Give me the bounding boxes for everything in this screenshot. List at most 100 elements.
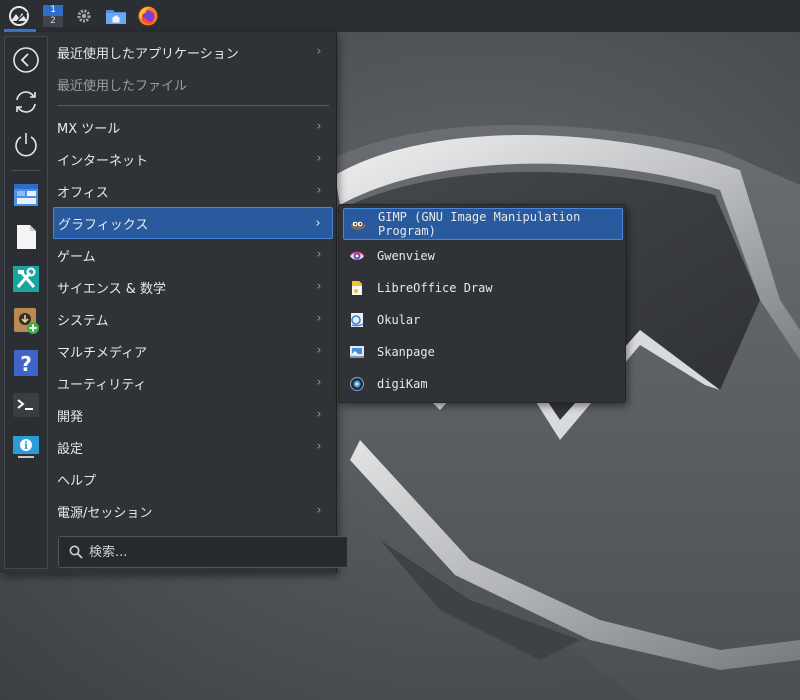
system-info-icon: i bbox=[13, 436, 39, 458]
favorites-column: ? i bbox=[4, 36, 48, 569]
category-label: グラフィックス bbox=[58, 217, 149, 233]
top-panel: 1 2 bbox=[0, 0, 800, 32]
category-science-math[interactable]: サイエンス & 数学 › bbox=[53, 271, 333, 303]
refresh-icon bbox=[16, 91, 36, 113]
digikam-icon bbox=[349, 376, 365, 392]
graphics-submenu: GIMP (GNU Image Manipulation Program) Gw… bbox=[338, 204, 626, 403]
favorite-help[interactable]: ? bbox=[11, 348, 41, 378]
firefox-launcher[interactable] bbox=[132, 0, 164, 32]
app-okular[interactable]: Okular bbox=[343, 304, 623, 336]
chevron-right-icon: › bbox=[316, 279, 322, 294]
category-help[interactable]: ヘルプ bbox=[53, 463, 333, 495]
category-graphics[interactable]: グラフィックス › bbox=[53, 207, 333, 239]
favorite-package-installer[interactable] bbox=[11, 306, 41, 336]
folder-home-icon bbox=[106, 10, 126, 24]
back-arrow-icon bbox=[13, 47, 39, 73]
category-internet[interactable]: インターネット › bbox=[53, 143, 333, 175]
skanpage-icon bbox=[349, 344, 365, 360]
tools-icon bbox=[13, 266, 39, 292]
app-digikam[interactable]: digiKam bbox=[343, 368, 623, 400]
chevron-right-icon: › bbox=[316, 151, 322, 166]
category-label: 最近使用したアプリケーション bbox=[57, 46, 239, 62]
refresh-button[interactable] bbox=[11, 87, 41, 117]
category-recent-files[interactable]: 最近使用したファイル bbox=[53, 68, 333, 100]
power-icon bbox=[15, 133, 37, 157]
favorite-file-manager[interactable] bbox=[11, 180, 41, 210]
firefox-icon bbox=[138, 6, 158, 26]
application-menu: ? i 最近使用したアプリケーション › 最近使用したファイル MX ツール ›… bbox=[0, 32, 348, 573]
category-label: ヘルプ bbox=[57, 473, 97, 489]
category-development[interactable]: 開発 › bbox=[53, 399, 333, 431]
favorites-separator bbox=[11, 170, 41, 171]
workspace-1[interactable]: 1 bbox=[43, 5, 63, 16]
app-label: Okular bbox=[377, 313, 421, 327]
package-installer-icon bbox=[14, 308, 39, 334]
file-manager-icon bbox=[14, 184, 38, 206]
file-manager-launcher[interactable] bbox=[100, 0, 132, 32]
category-settings[interactable]: 設定 › bbox=[53, 431, 333, 463]
category-label: サイエンス & 数学 bbox=[57, 281, 167, 297]
svg-text:i: i bbox=[24, 441, 28, 452]
application-menu-button[interactable] bbox=[0, 0, 38, 32]
settings-launcher[interactable] bbox=[68, 0, 100, 32]
category-label: 設定 bbox=[57, 441, 84, 457]
category-label: オフィス bbox=[57, 185, 109, 201]
back-button[interactable] bbox=[11, 45, 41, 75]
chevron-right-icon: › bbox=[316, 407, 322, 422]
app-skanpage[interactable]: Skanpage bbox=[343, 336, 623, 368]
okular-icon bbox=[349, 312, 365, 328]
app-label: digiKam bbox=[377, 377, 428, 391]
gimp-icon bbox=[350, 216, 366, 232]
chevron-right-icon: › bbox=[316, 119, 322, 134]
svg-text:?: ? bbox=[20, 352, 32, 376]
favorite-document[interactable] bbox=[11, 222, 41, 252]
menu-separator bbox=[57, 105, 329, 106]
app-label: LibreOffice Draw bbox=[377, 281, 493, 295]
category-label: ゲーム bbox=[57, 249, 96, 265]
category-label: 開発 bbox=[57, 409, 84, 425]
category-power-session[interactable]: 電源/セッション › bbox=[53, 495, 333, 527]
terminal-icon bbox=[13, 393, 39, 417]
help-icon: ? bbox=[14, 350, 38, 376]
category-label: MX ツール bbox=[57, 121, 121, 137]
category-office[interactable]: オフィス › bbox=[53, 175, 333, 207]
favorite-terminal[interactable] bbox=[11, 390, 41, 420]
chevron-right-icon: › bbox=[316, 44, 322, 59]
category-multimedia[interactable]: マルチメディア › bbox=[53, 335, 333, 367]
libreoffice-draw-icon bbox=[349, 280, 365, 296]
category-utilities[interactable]: ユーティリティ › bbox=[53, 367, 333, 399]
search-box[interactable] bbox=[58, 536, 348, 568]
chevron-right-icon: › bbox=[316, 247, 322, 262]
chevron-right-icon: › bbox=[316, 183, 322, 198]
favorite-system-info[interactable]: i bbox=[11, 432, 41, 462]
category-system[interactable]: システム › bbox=[53, 303, 333, 335]
category-label: マルチメディア bbox=[57, 345, 148, 361]
app-label: GIMP (GNU Image Manipulation Program) bbox=[378, 210, 581, 238]
category-label: 最近使用したファイル bbox=[57, 78, 188, 94]
chevron-right-icon: › bbox=[316, 439, 322, 454]
chevron-right-icon: › bbox=[316, 343, 322, 358]
chevron-right-icon: › bbox=[316, 311, 322, 326]
app-libreoffice-draw[interactable]: LibreOffice Draw bbox=[343, 272, 623, 304]
category-label: 電源/セッション bbox=[57, 505, 153, 521]
workspace-pager[interactable]: 1 2 bbox=[38, 0, 68, 32]
mx-logo-icon bbox=[9, 6, 29, 26]
search-icon bbox=[69, 545, 83, 559]
app-label: Gwenview bbox=[377, 249, 435, 263]
search-input[interactable] bbox=[89, 544, 329, 560]
category-label: システム bbox=[57, 313, 109, 329]
category-mx-tools[interactable]: MX ツール › bbox=[53, 111, 333, 143]
app-gimp[interactable]: GIMP (GNU Image Manipulation Program) bbox=[343, 208, 623, 240]
app-gwenview[interactable]: Gwenview bbox=[343, 240, 623, 272]
workspace-2[interactable]: 2 bbox=[43, 16, 63, 27]
category-recent-applications[interactable]: 最近使用したアプリケーション › bbox=[53, 36, 333, 68]
document-icon bbox=[17, 225, 36, 249]
category-label: ユーティリティ bbox=[57, 377, 147, 393]
chevron-right-icon: › bbox=[316, 503, 322, 518]
favorite-mx-tools[interactable] bbox=[11, 264, 41, 294]
gwenview-icon bbox=[349, 248, 365, 264]
category-games[interactable]: ゲーム › bbox=[53, 239, 333, 271]
power-button[interactable] bbox=[11, 129, 41, 159]
chevron-right-icon: › bbox=[315, 216, 321, 231]
gear-icon bbox=[77, 9, 91, 23]
